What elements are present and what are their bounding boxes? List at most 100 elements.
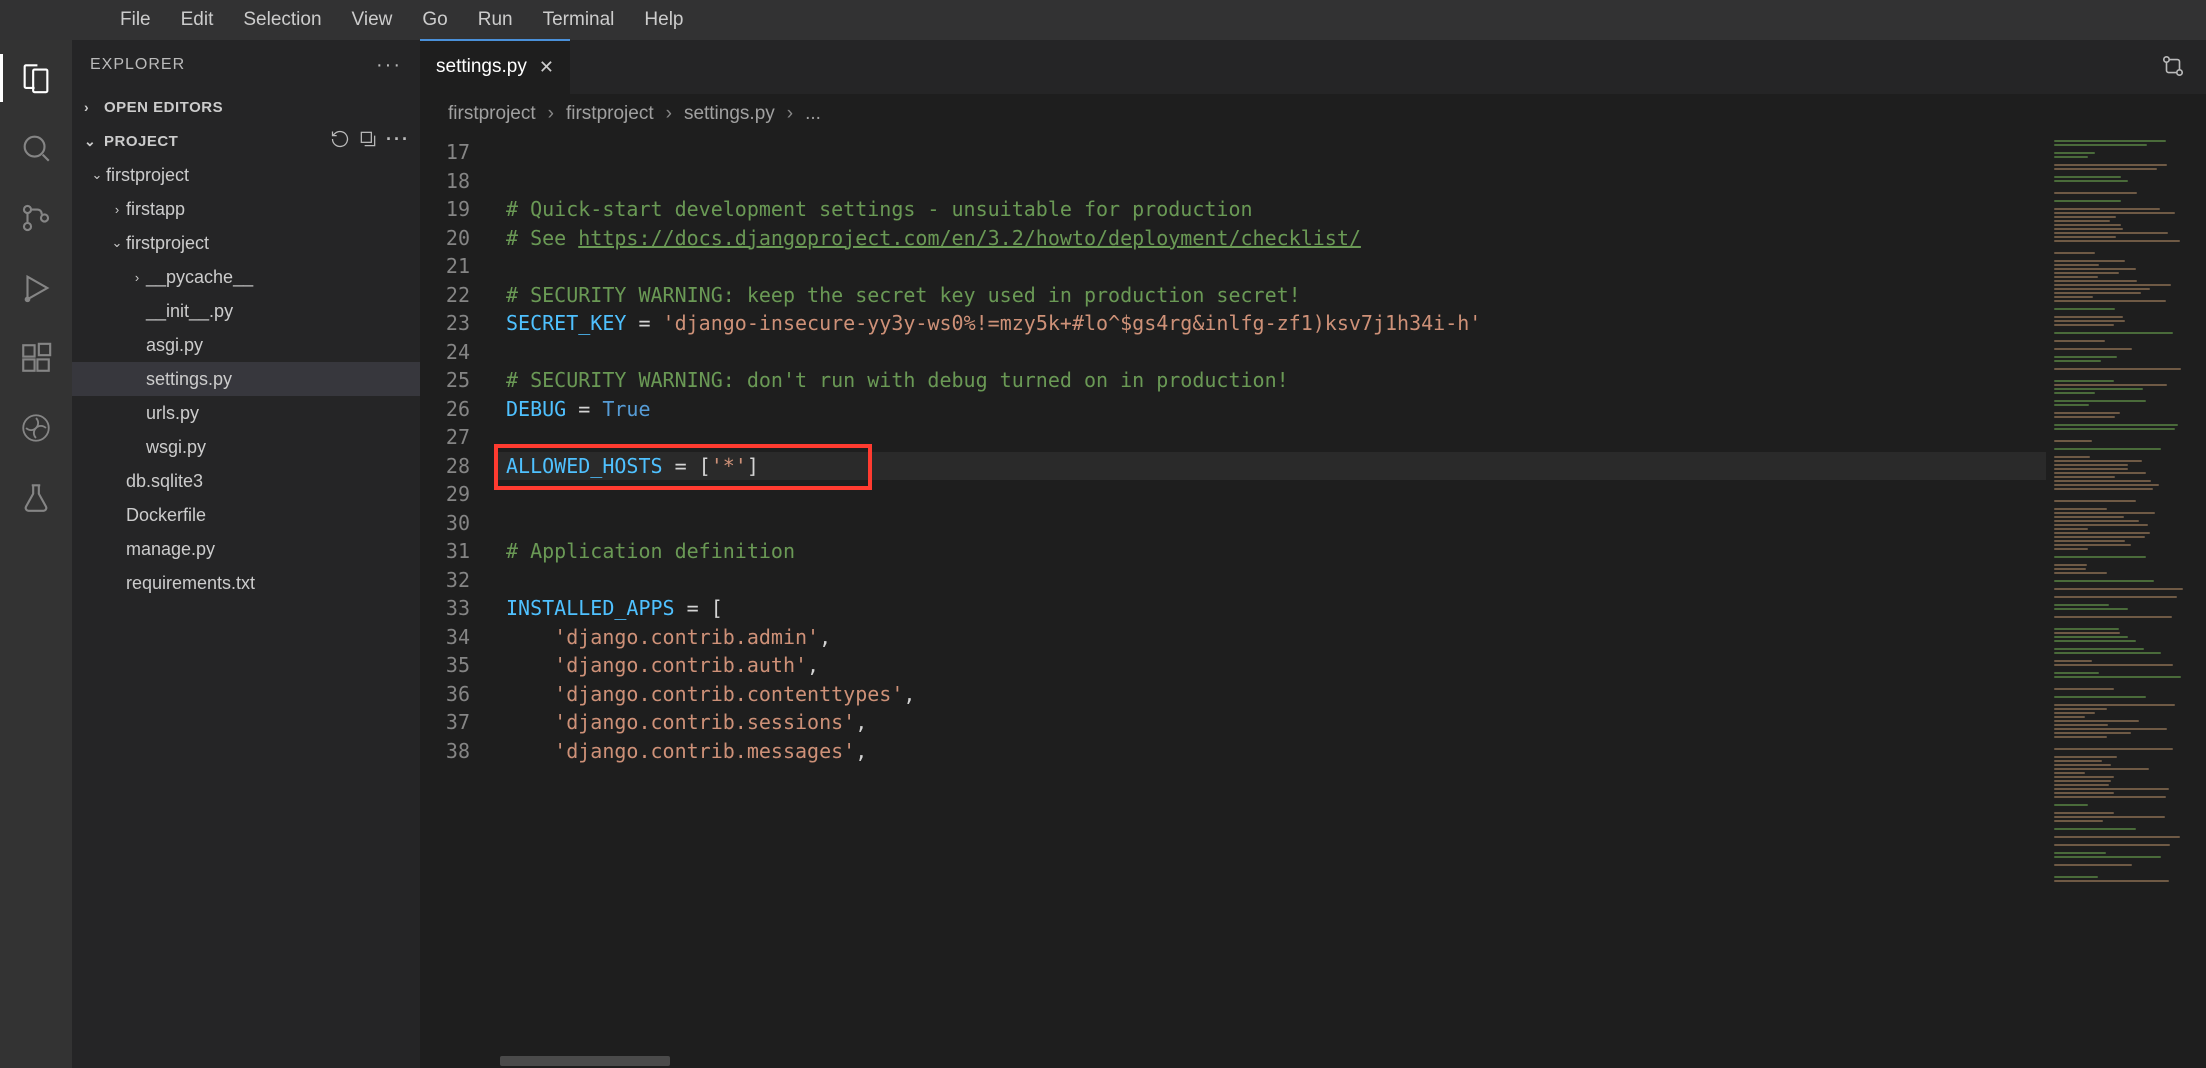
tree-item[interactable]: asgi.py <box>72 328 420 362</box>
code-line[interactable]: # Quick-start development settings - uns… <box>498 195 2046 224</box>
code-line[interactable]: 'django.contrib.auth', <box>498 651 2046 680</box>
code-line[interactable] <box>498 252 2046 281</box>
code-line[interactable]: # SECURITY WARNING: don't run with debug… <box>498 366 2046 395</box>
compare-changes-icon[interactable] <box>2160 53 2186 82</box>
extensions-icon[interactable] <box>18 340 54 376</box>
code-line[interactable] <box>498 566 2046 595</box>
menu-go[interactable]: Go <box>422 9 447 31</box>
chevron-right-icon: › <box>787 103 793 125</box>
tree-item-label: wsgi.py <box>146 437 206 458</box>
code-line[interactable] <box>498 138 2046 167</box>
code-line[interactable]: INSTALLED_APPS = [ <box>498 594 2046 623</box>
code-line[interactable] <box>498 480 2046 509</box>
tree-item[interactable]: ›firstapp <box>72 192 420 226</box>
menu-view[interactable]: View <box>352 9 393 31</box>
code-line[interactable]: # Application definition <box>498 537 2046 566</box>
menu-file[interactable]: File <box>120 9 151 31</box>
tree-item-label: asgi.py <box>146 335 203 356</box>
open-editors-section[interactable]: › OPEN EDITORS <box>72 90 420 124</box>
tree-item[interactable]: manage.py <box>72 532 420 566</box>
tree-item[interactable]: requirements.txt <box>72 566 420 600</box>
menu-help[interactable]: Help <box>644 9 683 31</box>
breadcrumb-item[interactable]: ... <box>805 103 821 125</box>
tree-item-label: firstproject <box>106 165 189 186</box>
tab-settings-py[interactable]: settings.py ✕ <box>420 40 571 94</box>
chevron-right-icon: › <box>108 202 126 217</box>
close-icon[interactable]: ✕ <box>539 57 554 78</box>
section-tools: ··· <box>330 129 410 153</box>
menu-edit[interactable]: Edit <box>181 9 214 31</box>
code-line[interactable]: ALLOWED_HOSTS = ['*'] <box>498 452 2046 481</box>
breadcrumb-item[interactable]: settings.py <box>684 103 775 125</box>
tree-item-label: __pycache__ <box>146 267 253 288</box>
tree-item[interactable]: __init__.py <box>72 294 420 328</box>
tree-item[interactable]: ⌄firstproject <box>72 226 420 260</box>
tree-item-label: urls.py <box>146 403 199 424</box>
tree-item-label: db.sqlite3 <box>126 471 203 492</box>
menubar: File Edit Selection View Go Run Terminal… <box>0 0 2206 40</box>
code-line[interactable]: DEBUG = True <box>498 395 2046 424</box>
tree-item-label: requirements.txt <box>126 573 255 594</box>
activity-bar <box>0 40 72 1068</box>
tree-item[interactable]: settings.py <box>72 362 420 396</box>
source-control-icon[interactable] <box>18 200 54 236</box>
sidebar-title: EXPLORER <box>90 56 185 74</box>
tab-label: settings.py <box>436 56 527 78</box>
eco-icon[interactable] <box>18 410 54 446</box>
chevron-down-icon: ⌄ <box>84 133 98 150</box>
chevron-right-icon: › <box>666 103 672 125</box>
explorer-icon[interactable] <box>18 60 54 96</box>
tree-item[interactable]: Dockerfile <box>72 498 420 532</box>
beaker-icon[interactable] <box>18 480 54 516</box>
tree-item[interactable]: db.sqlite3 <box>72 464 420 498</box>
editor-body[interactable]: 1718192021222324252627282930313233343536… <box>420 134 2206 1068</box>
project-label: PROJECT <box>104 133 178 150</box>
chevron-right-icon: › <box>548 103 554 125</box>
menu-terminal[interactable]: Terminal <box>543 9 615 31</box>
project-section[interactable]: ⌄ PROJECT ··· <box>72 124 420 158</box>
editor-group: settings.py ✕ firstproject › firstprojec… <box>420 40 2206 1068</box>
tree-item[interactable]: ›__pycache__ <box>72 260 420 294</box>
tree-item[interactable]: wsgi.py <box>72 430 420 464</box>
code-line[interactable] <box>498 338 2046 367</box>
more-icon[interactable]: ··· <box>386 129 410 153</box>
breadcrumb-item[interactable]: firstproject <box>566 103 654 125</box>
tree-item[interactable]: urls.py <box>72 396 420 430</box>
tree-item-label: __init__.py <box>146 301 233 322</box>
sidebar-more-icon[interactable]: ··· <box>376 54 402 77</box>
code-line[interactable] <box>498 167 2046 196</box>
horizontal-scrollbar[interactable] <box>500 1056 670 1066</box>
code-line[interactable]: # SECURITY WARNING: keep the secret key … <box>498 281 2046 310</box>
search-icon[interactable] <box>18 130 54 166</box>
code-line[interactable]: 'django.contrib.admin', <box>498 623 2046 652</box>
menu-run[interactable]: Run <box>478 9 513 31</box>
code-area[interactable]: # Quick-start development settings - uns… <box>498 134 2046 1068</box>
minimap[interactable] <box>2046 134 2206 1068</box>
code-line[interactable]: 'django.contrib.sessions', <box>498 708 2046 737</box>
chevron-down-icon: ⌄ <box>88 167 106 183</box>
menu-selection[interactable]: Selection <box>243 9 321 31</box>
tabs-bar: settings.py ✕ <box>420 40 2206 94</box>
refresh-icon[interactable] <box>330 129 350 153</box>
code-line[interactable]: SECRET_KEY = 'django-insecure-yy3y-ws0%!… <box>498 309 2046 338</box>
chevron-right-icon: › <box>128 270 146 285</box>
tree-item-label: manage.py <box>126 539 215 560</box>
tree-item-label: firstapp <box>126 199 185 220</box>
collapse-icon[interactable] <box>358 129 378 153</box>
breadcrumb-item[interactable]: firstproject <box>448 103 536 125</box>
tree-item-label: Dockerfile <box>126 505 206 526</box>
sidebar-header: EXPLORER ··· <box>72 40 420 90</box>
line-gutter: 1718192021222324252627282930313233343536… <box>420 134 498 1068</box>
code-line[interactable] <box>498 423 2046 452</box>
chevron-right-icon: › <box>84 99 98 115</box>
chevron-down-icon: ⌄ <box>108 235 126 251</box>
code-line[interactable] <box>498 509 2046 538</box>
tree-item-label: firstproject <box>126 233 209 254</box>
code-line[interactable]: # See https://docs.djangoproject.com/en/… <box>498 224 2046 253</box>
code-line[interactable]: 'django.contrib.contenttypes', <box>498 680 2046 709</box>
tree-item[interactable]: ⌄firstproject <box>72 158 420 192</box>
run-debug-icon[interactable] <box>18 270 54 306</box>
tree-item-label: settings.py <box>146 369 232 390</box>
breadcrumbs[interactable]: firstproject › firstproject › settings.p… <box>420 94 2206 134</box>
code-line[interactable]: 'django.contrib.messages', <box>498 737 2046 766</box>
